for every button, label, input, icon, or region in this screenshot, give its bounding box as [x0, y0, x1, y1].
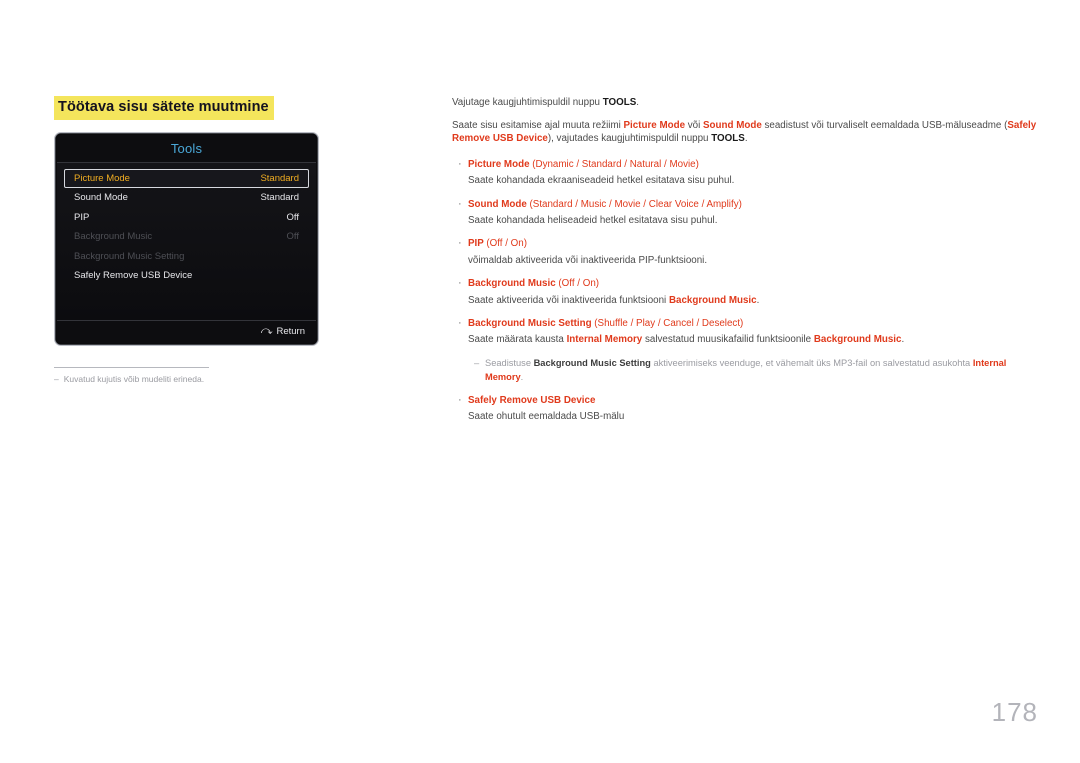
osd-row-background-music: Background Music Off	[64, 227, 309, 247]
desc-post: .	[901, 334, 905, 346]
note-text: Kuvatud kujutis võib mudeliti erineda.	[63, 373, 205, 384]
return-arrow-icon: ⤺	[260, 325, 273, 338]
left-note: – Kuvatud kujutis võib mudeliti erineda.	[54, 374, 404, 385]
list-item-background-music-setting: · Background Music Setting (Shuffle / Pl…	[452, 317, 1038, 347]
p2-sound-mode: Sound Mode	[703, 120, 762, 132]
p1-after: .	[636, 97, 639, 108]
bullet-marker-icon: ·	[458, 237, 462, 250]
bullet-marker-icon: ·	[458, 157, 462, 170]
p2-seg2: või	[685, 120, 703, 132]
option-name: Safely Remove USB Device	[468, 395, 596, 407]
osd-row-value: Standard	[260, 192, 299, 204]
list-item-pip: · PIP (Off / On) võimaldab aktiveerida v…	[452, 237, 1038, 267]
sn-bold-term: Background Music Setting	[533, 358, 651, 369]
osd-row-pip[interactable]: PIP Off	[64, 208, 309, 228]
p2-seg4: ), vajutades kaugjuhtimispuldil nuppu	[547, 133, 712, 145]
desc-pre: Saate määrata kausta	[468, 334, 567, 346]
option-name: Picture Mode	[468, 158, 530, 170]
p2-seg5: .	[744, 133, 748, 145]
intro-paragraph-2: Saate sisu esitamise ajal muuta režiimi …	[452, 119, 1038, 145]
p2-seg1: Saate sisu esitamise ajal muuta režiimi	[452, 120, 624, 132]
page-number: 178	[991, 697, 1038, 727]
osd-row-value: Standard	[260, 172, 299, 184]
right-column: Vajutage kaugjuhtimispuldil nuppu TOOLS.…	[452, 96, 1038, 434]
desc-post: .	[756, 294, 760, 306]
desc-highlight: Background Music	[668, 294, 757, 306]
osd-return-label[interactable]: Return	[276, 326, 305, 337]
option-name: PIP	[468, 238, 484, 250]
osd-row-value: Off	[286, 211, 300, 223]
note-dash: –	[54, 373, 59, 384]
list-item-picture-mode: · Picture Mode (Dynamic / Standard / Nat…	[452, 158, 1038, 188]
list-item-background-music: · Background Music (Off / On) Saate akti…	[452, 277, 1038, 307]
option-heading: Picture Mode (Dynamic / Standard / Natur…	[468, 158, 1038, 173]
desc-pre: Saate aktiveerida või inaktiveerida funk…	[468, 294, 669, 306]
osd-row-picture-mode[interactable]: Picture Mode Standard	[64, 168, 309, 189]
intro-paragraph-1: Vajutage kaugjuhtimispuldil nuppu TOOLS.	[452, 96, 1038, 109]
option-description: Saate kohandada heliseadeid hetkel esita…	[468, 214, 718, 226]
p2-tools-key: TOOLS	[711, 133, 745, 145]
option-description: Saate määrata kausta Internal Memory sal…	[468, 333, 1038, 347]
osd-row-label: PIP	[74, 211, 90, 223]
bullet-marker-icon: ·	[458, 317, 462, 330]
left-note-divider	[54, 366, 209, 368]
left-column: Töötava sisu sätete muutmine Tools Pictu…	[54, 96, 404, 385]
sn-seg2: aktiveerimiseks veenduge, et vähemalt ük…	[650, 358, 973, 369]
option-heading: Background Music Setting (Shuffle / Play…	[468, 317, 1038, 332]
option-values: (Off / On)	[486, 238, 528, 250]
p2-seg3: seadistust või turvaliselt eemaldada USB…	[761, 120, 1008, 132]
osd-row-sound-mode[interactable]: Sound Mode Standard	[64, 188, 309, 208]
option-description: Saate ohutult eemaldada USB-mälu	[468, 411, 625, 423]
osd-row-label: Background Music Setting	[74, 250, 185, 262]
desc-mid: salvestatud muusikafailid funktsioonile	[642, 334, 814, 346]
p1-before: Vajutage kaugjuhtimispuldil nuppu	[452, 97, 603, 108]
bullet-marker-icon: ·	[458, 394, 462, 407]
option-heading: Safely Remove USB Device	[468, 394, 1038, 409]
p1-tools-key: TOOLS	[602, 97, 637, 108]
sub-note: – Seadistuse Background Music Setting ak…	[474, 357, 1038, 384]
osd-inner-panel: Tools Picture Mode Standard Sound Mode S…	[57, 134, 316, 343]
list-item-safely-remove-usb-device: · Safely Remove USB Device Saate ohutult…	[452, 394, 1038, 424]
bullet-marker-icon: ·	[458, 277, 462, 290]
option-description: Saate aktiveerida või inaktiveerida funk…	[468, 294, 1038, 308]
option-values: (Dynamic / Standard / Natural / Movie)	[532, 158, 699, 170]
osd-row-label: Safely Remove USB Device	[74, 270, 193, 282]
desc-highlight-2: Background Music	[813, 334, 902, 346]
p2-picture-mode: Picture Mode	[623, 120, 686, 132]
option-list: · Picture Mode (Dynamic / Standard / Nat…	[452, 158, 1038, 425]
sub-note-dash: –	[474, 358, 480, 369]
option-values: (Off / On)	[558, 278, 600, 290]
osd-footer: ⤺ Return	[57, 319, 316, 343]
osd-title: Tools	[57, 134, 316, 163]
bullet-marker-icon: ·	[458, 197, 462, 210]
sn-seg3: .	[520, 371, 524, 382]
osd-row-background-music-setting: Background Music Setting	[64, 247, 309, 267]
sub-note-text: Seadistuse Background Music Setting akti…	[485, 357, 1038, 384]
osd-row-label: Background Music	[74, 231, 153, 243]
option-values: (Standard / Music / Movie / Clear Voice …	[529, 198, 742, 210]
option-heading: Sound Mode (Standard / Music / Movie / C…	[468, 198, 1038, 213]
sn-seg1: Seadistuse	[485, 358, 534, 369]
section-title: Töötava sisu sätete muutmine	[54, 96, 274, 120]
option-name: Sound Mode	[468, 198, 527, 210]
option-description: võimaldab aktiveerida või inaktiveerida …	[468, 254, 708, 266]
osd-row-value: Off	[286, 231, 300, 243]
list-item-sound-mode: · Sound Mode (Standard / Music / Movie /…	[452, 198, 1038, 228]
osd-row-safely-remove-usb-device[interactable]: Safely Remove USB Device	[64, 266, 309, 286]
osd-menu-list: Picture Mode Standard Sound Mode Standar…	[57, 162, 316, 320]
osd-row-label: Sound Mode	[74, 192, 128, 204]
option-name: Background Music	[468, 278, 556, 290]
desc-highlight-1: Internal Memory	[566, 334, 643, 346]
option-heading: PIP (Off / On)	[468, 237, 1038, 252]
option-values: (Shuffle / Play / Cancel / Deselect)	[594, 318, 744, 330]
option-name: Background Music Setting	[468, 318, 592, 330]
tools-osd-menu: Tools Picture Mode Standard Sound Mode S…	[54, 131, 319, 346]
option-description: Saate kohandada ekraaniseadeid hetkel es…	[468, 174, 735, 186]
osd-row-label: Picture Mode	[74, 172, 130, 184]
option-heading: Background Music (Off / On)	[468, 277, 1038, 292]
